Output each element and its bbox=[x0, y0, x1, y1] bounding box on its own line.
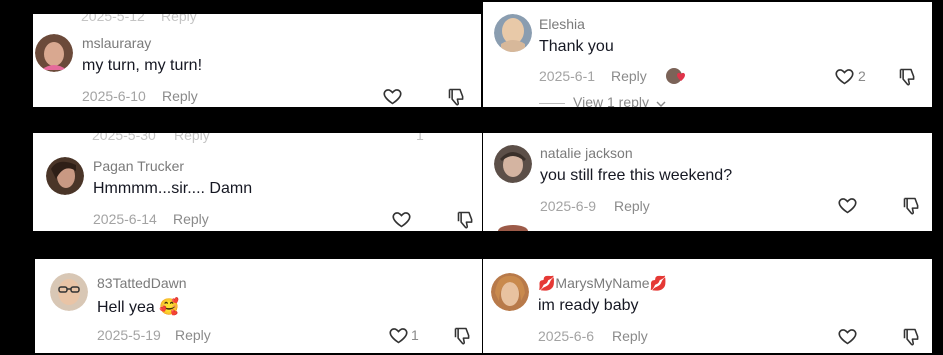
dislike-icon[interactable] bbox=[897, 66, 918, 87]
reply-button[interactable]: Reply bbox=[173, 211, 209, 227]
cut-previous-comment: 2025-5-12 Reply bbox=[33, 14, 481, 28]
dislike-icon[interactable] bbox=[446, 86, 467, 107]
username[interactable]: mslauraray bbox=[82, 35, 151, 51]
comment-text: Thank you bbox=[539, 38, 614, 55]
comment-date: 2025-6-1 bbox=[539, 68, 596, 84]
cut-date: 2025-5-12 bbox=[81, 14, 145, 24]
reply-button[interactable]: Reply bbox=[611, 68, 647, 84]
heart-icon[interactable] bbox=[837, 195, 858, 216]
avatar[interactable] bbox=[46, 157, 84, 195]
reply-button[interactable]: Reply bbox=[175, 327, 211, 343]
cut-reply: Reply bbox=[174, 133, 210, 143]
comment-date: 2025-6-10 bbox=[82, 88, 146, 104]
comment-date: 2025-6-6 bbox=[538, 328, 595, 344]
avatar[interactable] bbox=[494, 14, 532, 52]
comment-panel-eleshia: Eleshia Thank you 2025-6-1 Reply 2 View … bbox=[483, 2, 932, 107]
creator-liked-avatar bbox=[666, 68, 685, 84]
dislike-icon[interactable] bbox=[452, 325, 473, 346]
like-count: 1 bbox=[411, 327, 419, 343]
avatar[interactable] bbox=[50, 273, 88, 311]
avatar[interactable] bbox=[35, 34, 73, 72]
dislike-icon[interactable] bbox=[455, 209, 476, 230]
comment-panel-natalie-jackson: natalie jackson you still free this week… bbox=[483, 133, 932, 231]
dislike-icon[interactable] bbox=[901, 195, 922, 216]
username[interactable]: 💋MarysMyName💋 bbox=[538, 275, 667, 292]
cut-reply: Reply bbox=[161, 14, 197, 24]
cut-date: 2025-5-30 bbox=[92, 133, 156, 143]
comment-panel-mslauraray: 2025-5-12 Reply mslauraray my turn, my t… bbox=[33, 14, 481, 107]
heart-icon[interactable] bbox=[388, 325, 409, 346]
reply-button[interactable]: Reply bbox=[162, 88, 198, 104]
heart-icon[interactable] bbox=[391, 209, 412, 230]
comment-panel-marysmyname: 💋MarysMyName💋 im ready baby 2025-6-6 Rep… bbox=[483, 259, 932, 353]
avatar[interactable] bbox=[491, 273, 529, 311]
comment-date: 2025-5-19 bbox=[97, 327, 161, 343]
next-comment-avatar-peek bbox=[498, 225, 528, 231]
username[interactable]: 83TattedDawn bbox=[97, 275, 187, 291]
avatar[interactable] bbox=[494, 145, 532, 183]
comment-date: 2025-6-9 bbox=[540, 198, 597, 214]
cut-previous-comment: 2025-5-30 Reply 1 bbox=[33, 133, 482, 147]
reply-button[interactable]: Reply bbox=[614, 198, 650, 214]
chevron-down-icon bbox=[656, 101, 666, 107]
reply-button[interactable]: Reply bbox=[612, 328, 648, 344]
heart-icon[interactable] bbox=[837, 326, 858, 347]
view-replies-label: View 1 reply bbox=[573, 94, 650, 107]
heart-icon[interactable] bbox=[382, 86, 403, 107]
comment-text: im ready baby bbox=[538, 297, 639, 314]
comment-panel-pagan-trucker: 2025-5-30 Reply 1 Pagan Trucker Hmmmm...… bbox=[33, 133, 482, 231]
comment-panel-83tatteddawn: 83TattedDawn Hell yea 🥰 2025-5-19 Reply … bbox=[35, 259, 482, 353]
divider-line bbox=[539, 102, 565, 104]
comment-text: Hmmmm...sir.... Damn bbox=[93, 180, 253, 197]
comment-text: my turn, my turn! bbox=[82, 57, 203, 74]
cut-like-count: 1 bbox=[416, 133, 424, 143]
comment-text: Hell yea 🥰 bbox=[97, 299, 180, 316]
username[interactable]: natalie jackson bbox=[540, 145, 633, 161]
view-replies-button[interactable]: View 1 reply bbox=[539, 94, 666, 107]
comment-date: 2025-6-14 bbox=[93, 211, 157, 227]
comment-text: you still free this weekend? bbox=[540, 167, 733, 184]
dislike-icon[interactable] bbox=[901, 326, 922, 347]
username[interactable]: Pagan Trucker bbox=[93, 158, 184, 174]
like-count: 2 bbox=[858, 68, 866, 84]
heart-icon[interactable] bbox=[834, 66, 855, 87]
username[interactable]: Eleshia bbox=[539, 16, 585, 32]
